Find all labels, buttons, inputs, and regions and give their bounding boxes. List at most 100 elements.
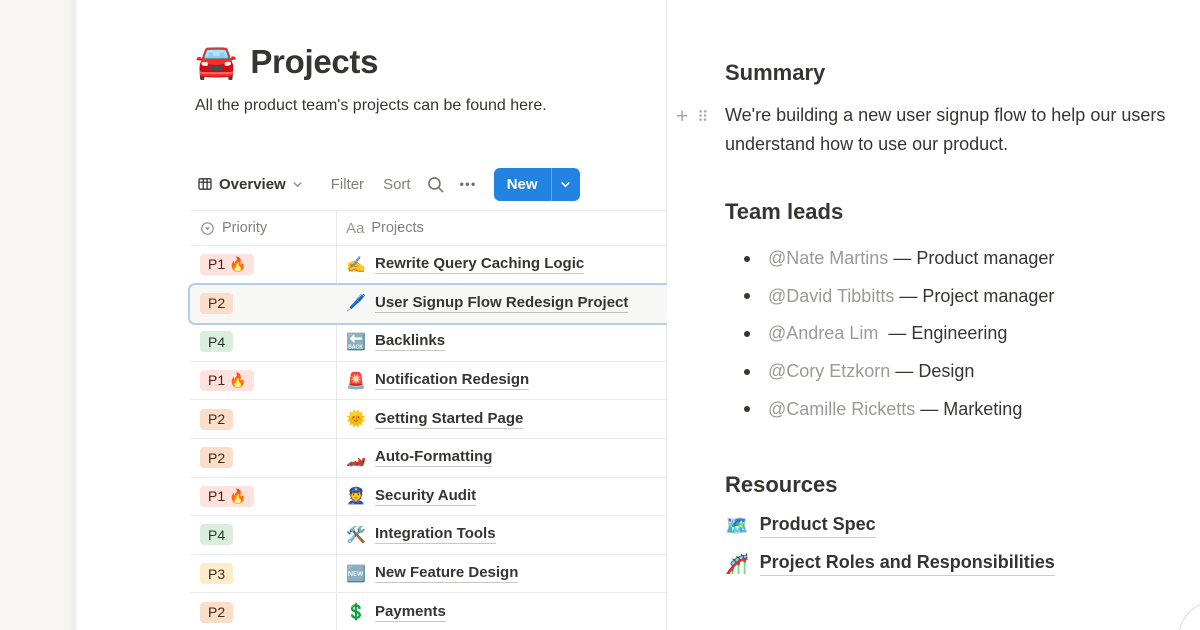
priority-badge[interactable]: P4: [200, 331, 233, 352]
project-cell[interactable]: 🖊️User Signup Flow Redesign Project: [337, 285, 667, 323]
priority-cell[interactable]: P2: [190, 593, 337, 630]
team-role: — Design: [890, 361, 974, 382]
filter-button[interactable]: Filter: [331, 176, 364, 193]
project-page-link[interactable]: Payments: [375, 603, 446, 622]
priority-badge[interactable]: P4: [200, 524, 233, 545]
view-label: Overview: [219, 176, 286, 193]
project-cell[interactable]: ✍️ Rewrite Query Caching Logic: [337, 246, 667, 284]
new-button[interactable]: New: [494, 168, 551, 201]
table-row-selected[interactable]: P2 🖊️User Signup Flow Redesign Project: [190, 285, 667, 324]
project-page-link[interactable]: Getting Started Page: [375, 410, 523, 429]
user-mention[interactable]: @Camille Ricketts: [768, 399, 915, 420]
project-cell[interactable]: 💲 Payments: [337, 593, 667, 630]
project-cell[interactable]: 🆕New Feature Design: [337, 555, 667, 593]
table-row[interactable]: P1 🔥 ✍️ Rewrite Query Caching Logic: [190, 246, 667, 285]
priority-badge[interactable]: P2: [200, 602, 233, 623]
search-button[interactable]: [426, 175, 445, 194]
priority-cell[interactable]: P2: [190, 285, 337, 323]
new-dropdown-button[interactable]: [551, 168, 580, 201]
view-switcher-button[interactable]: Overview: [193, 174, 307, 195]
project-cell[interactable]: 🏎️ Auto-Formatting: [337, 439, 667, 477]
priority-badge[interactable]: P1 🔥: [200, 254, 254, 275]
block-controls: + ⠿: [676, 106, 706, 127]
project-cell[interactable]: 🚨 Notification Redesign: [337, 362, 667, 400]
projects-column-header[interactable]: Aa Projects: [337, 211, 667, 245]
project-icon: 💲: [346, 602, 366, 622]
priority-cell[interactable]: P4: [190, 323, 337, 361]
table-row[interactable]: P2 💲 Payments: [190, 593, 667, 630]
priority-badge[interactable]: P2: [200, 409, 233, 430]
chevron-down-icon: [560, 179, 571, 190]
project-cell[interactable]: 🔙 Backlinks: [337, 323, 667, 361]
priority-cell[interactable]: P1 🔥: [190, 362, 337, 400]
priority-cell[interactable]: P2: [190, 439, 337, 477]
resource-label: Project Roles and Responsibilities: [760, 552, 1055, 576]
project-page-link[interactable]: New Feature Design: [375, 564, 518, 583]
table-row[interactable]: P3 🆕New Feature Design: [190, 555, 667, 594]
priority-cell[interactable]: P2: [190, 400, 337, 438]
project-cell[interactable]: 🌞 Getting Started Page: [337, 400, 667, 438]
priority-cell[interactable]: P1 🔥: [190, 246, 337, 284]
page-icon[interactable]: 🚘: [195, 40, 237, 84]
search-icon: [426, 175, 445, 194]
team-lead-item: @David Tibbitts — Project manager: [725, 278, 1054, 316]
more-options-button[interactable]: •••: [460, 177, 477, 191]
project-cell[interactable]: 👮 Security Audit: [337, 478, 667, 516]
priority-cell[interactable]: P1 🔥: [190, 478, 337, 516]
page-description[interactable]: All the product team's projects can be f…: [195, 93, 547, 118]
project-page-link[interactable]: Integration Tools: [375, 525, 496, 544]
project-icon: ✍️: [346, 255, 366, 275]
table-row[interactable]: P2 🌞 Getting Started Page: [190, 400, 667, 439]
project-cell[interactable]: 🛠️Integration Tools: [337, 516, 667, 554]
priority-column-header[interactable]: Priority: [190, 211, 337, 245]
new-button-group: New: [494, 168, 580, 201]
project-page-link[interactable]: User Signup Flow Redesign Project: [375, 294, 628, 313]
sort-button[interactable]: Sort: [383, 176, 411, 193]
sidebar-strip: [0, 0, 76, 630]
project-page-link[interactable]: Security Audit: [375, 487, 476, 506]
project-icon: 👮: [346, 486, 366, 506]
user-mention[interactable]: @Cory Etzkorn: [768, 361, 890, 382]
user-mention[interactable]: @Nate Martins: [768, 248, 888, 269]
app-window: 🚘 Projects All the product team's projec…: [0, 0, 1200, 630]
resource-label: Product Spec: [760, 514, 876, 538]
priority-badge[interactable]: P2: [200, 447, 233, 468]
table-header-row: Priority Aa Projects: [190, 210, 667, 246]
team-role: — Marketing: [915, 399, 1022, 420]
team-lead-item: @Andrea Lim — Engineering: [725, 315, 1054, 353]
team-lead-item: @Nate Martins — Product manager: [725, 240, 1054, 278]
priority-cell[interactable]: P3: [190, 555, 337, 593]
project-page-link[interactable]: Notification Redesign: [375, 371, 529, 390]
project-icon: 🌞: [346, 409, 366, 429]
table-row[interactable]: P1 🔥 🚨 Notification Redesign: [190, 362, 667, 401]
add-block-button[interactable]: +: [676, 106, 688, 127]
project-page-link[interactable]: Auto-Formatting: [375, 448, 492, 467]
project-icon: 🚨: [346, 371, 366, 391]
resource-link[interactable]: 🎢 Project Roles and Responsibilities: [725, 552, 1055, 576]
resource-link[interactable]: 🗺️ Product Spec: [725, 514, 876, 538]
team-leads-list: @Nate Martins — Product manager @David T…: [725, 240, 1054, 428]
team-role: — Product manager: [888, 248, 1054, 269]
project-icon: 🏎️: [346, 448, 366, 468]
drag-handle-icon[interactable]: ⠿: [697, 108, 706, 126]
page-title[interactable]: Projects: [250, 43, 378, 81]
table-row[interactable]: P1 🔥 👮 Security Audit: [190, 478, 667, 517]
summary-paragraph[interactable]: We're building a new user signup flow to…: [725, 101, 1200, 159]
priority-badge[interactable]: P2: [200, 293, 233, 314]
user-mention[interactable]: @Andrea Lim: [768, 323, 878, 344]
project-icon: 🔙: [346, 332, 366, 352]
user-mention[interactable]: @David Tibbitts: [768, 286, 894, 307]
team-lead-item: @Camille Ricketts — Marketing: [725, 390, 1054, 428]
page-header: 🚘 Projects: [195, 40, 378, 84]
priority-cell[interactable]: P4: [190, 516, 337, 554]
table-row[interactable]: P2 🏎️ Auto-Formatting: [190, 439, 667, 478]
table-row[interactable]: P4 🔙 Backlinks: [190, 323, 667, 362]
priority-badge[interactable]: P3: [200, 563, 233, 584]
text-property-icon: Aa: [346, 220, 364, 237]
priority-badge[interactable]: P1 🔥: [200, 486, 254, 507]
project-page-link[interactable]: Backlinks: [375, 332, 445, 351]
table-row[interactable]: P4 🛠️Integration Tools: [190, 516, 667, 555]
priority-badge[interactable]: P1 🔥: [200, 370, 254, 391]
projects-table: Priority Aa Projects P1 🔥 ✍️ Rewrite Quer…: [190, 210, 667, 630]
project-page-link[interactable]: Rewrite Query Caching Logic: [375, 255, 584, 274]
